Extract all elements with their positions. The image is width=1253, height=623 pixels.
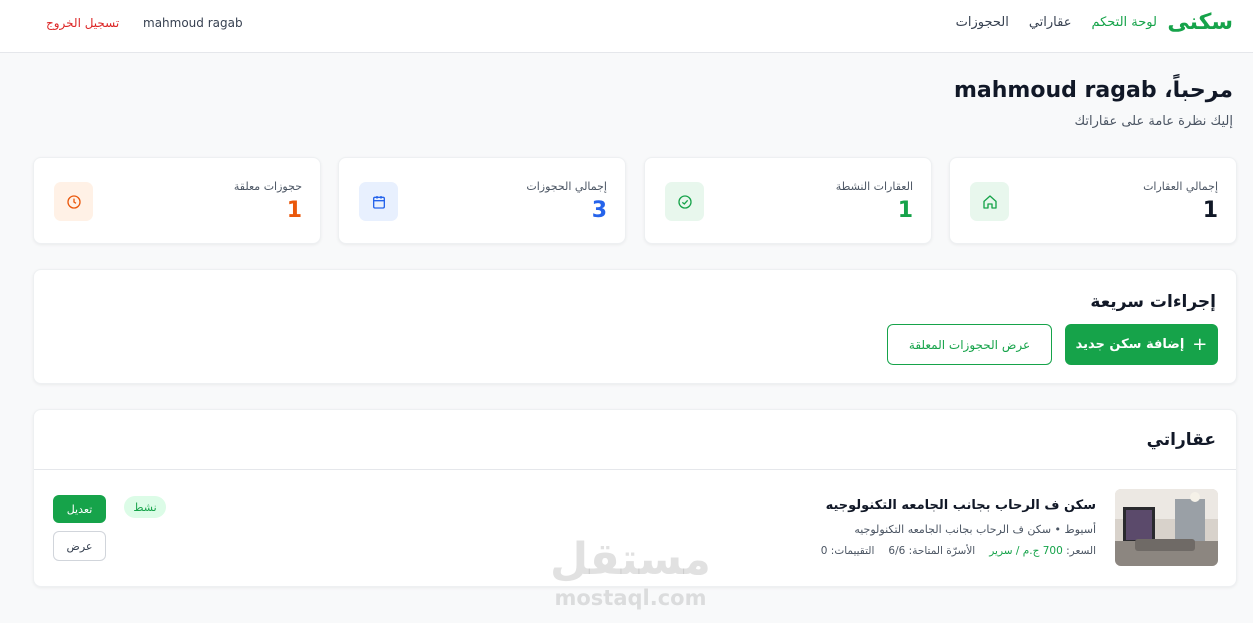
watermark-arabic: مستقل xyxy=(550,534,711,585)
brand-logo[interactable]: سكنى xyxy=(1167,10,1233,35)
stat-card-total-bookings: إجمالي الحجوزات 3 xyxy=(338,157,626,244)
status-badge: نشط xyxy=(124,496,166,518)
property-location: أسيوط • سكن ف الرحاب بجانب الجامعه التكن… xyxy=(854,523,1096,536)
watermark-url: mostaql.com xyxy=(554,586,707,610)
stat-label: إجمالي العقارات xyxy=(1143,180,1218,193)
home-icon xyxy=(970,182,1009,221)
divider xyxy=(34,469,1236,470)
stat-card-active-properties: العقارات النشطة 1 xyxy=(644,157,932,244)
user-name: mahmoud ragab xyxy=(143,16,243,30)
stat-label: حجوزات معلقة xyxy=(233,180,302,193)
calendar-icon xyxy=(359,182,398,221)
add-property-label: إضافة سكن جديد xyxy=(1075,337,1185,352)
page-title: مرحباً، mahmoud ragab xyxy=(954,78,1233,103)
nav-bookings[interactable]: الحجوزات xyxy=(956,15,1009,30)
stat-label: العقارات النشطة xyxy=(835,180,913,193)
stat-value: 1 xyxy=(286,198,302,223)
nav-dashboard[interactable]: لوحة التحكم xyxy=(1091,15,1157,30)
edit-button[interactable]: تعديل xyxy=(53,495,106,523)
plus-icon: + xyxy=(1192,334,1208,355)
property-name[interactable]: سكن ف الرحاب بجانب الجامعه التكنولوجيه xyxy=(826,498,1096,513)
stat-value: 3 xyxy=(591,198,607,223)
quick-actions-panel: إجراءات سريعة + إضافة سكن جديد عرض الحجو… xyxy=(33,269,1237,384)
reviews-value: 0 xyxy=(820,545,828,557)
property-reviews: التقييمات: 0 xyxy=(821,545,875,557)
add-property-button[interactable]: + إضافة سكن جديد xyxy=(1065,324,1218,365)
top-navbar: سكنى لوحة التحكم عقاراتي الحجوزات mahmou… xyxy=(0,0,1253,53)
property-price: السعر: 700 ج.م / سرير xyxy=(989,545,1096,557)
logout-link[interactable]: تسجيل الخروج xyxy=(46,16,119,30)
property-beds: الأسرّة المتاحة: 6/6 xyxy=(888,545,975,557)
stat-label: إجمالي الحجوزات xyxy=(526,180,607,193)
beds-value: 6/6 xyxy=(888,545,906,557)
watermark: مستقل mostaql.com xyxy=(550,538,711,609)
clock-icon xyxy=(54,182,93,221)
property-meta: السعر: 700 ج.م / سرير الأسرّة المتاحة: 6… xyxy=(821,545,1096,557)
stat-card-total-properties: إجمالي العقارات 1 xyxy=(949,157,1237,244)
stat-card-pending-bookings: حجوزات معلقة 1 xyxy=(33,157,321,244)
price-value: 700 ج.م / سرير xyxy=(989,545,1063,557)
page-subtitle: إليك نظرة عامة على عقاراتك xyxy=(1074,114,1233,129)
stat-value: 1 xyxy=(897,198,913,223)
nav-my-properties[interactable]: عقاراتي xyxy=(1029,15,1072,30)
view-button[interactable]: عرض xyxy=(53,531,106,561)
my-properties-title: عقاراتي xyxy=(1146,430,1216,450)
reviews-label: التقييمات: xyxy=(830,545,875,557)
quick-actions-title: إجراءات سريعة xyxy=(1090,292,1216,312)
stat-value: 1 xyxy=(1202,198,1218,223)
view-pending-bookings-button[interactable]: عرض الحجوزات المعلقة xyxy=(887,324,1052,365)
check-circle-icon xyxy=(665,182,704,221)
beds-label: الأسرّة المتاحة: xyxy=(908,545,976,557)
property-thumbnail[interactable] xyxy=(1115,489,1218,566)
price-label: السعر: xyxy=(1066,545,1096,557)
main-nav: لوحة التحكم عقاراتي الحجوزات xyxy=(956,15,1157,30)
